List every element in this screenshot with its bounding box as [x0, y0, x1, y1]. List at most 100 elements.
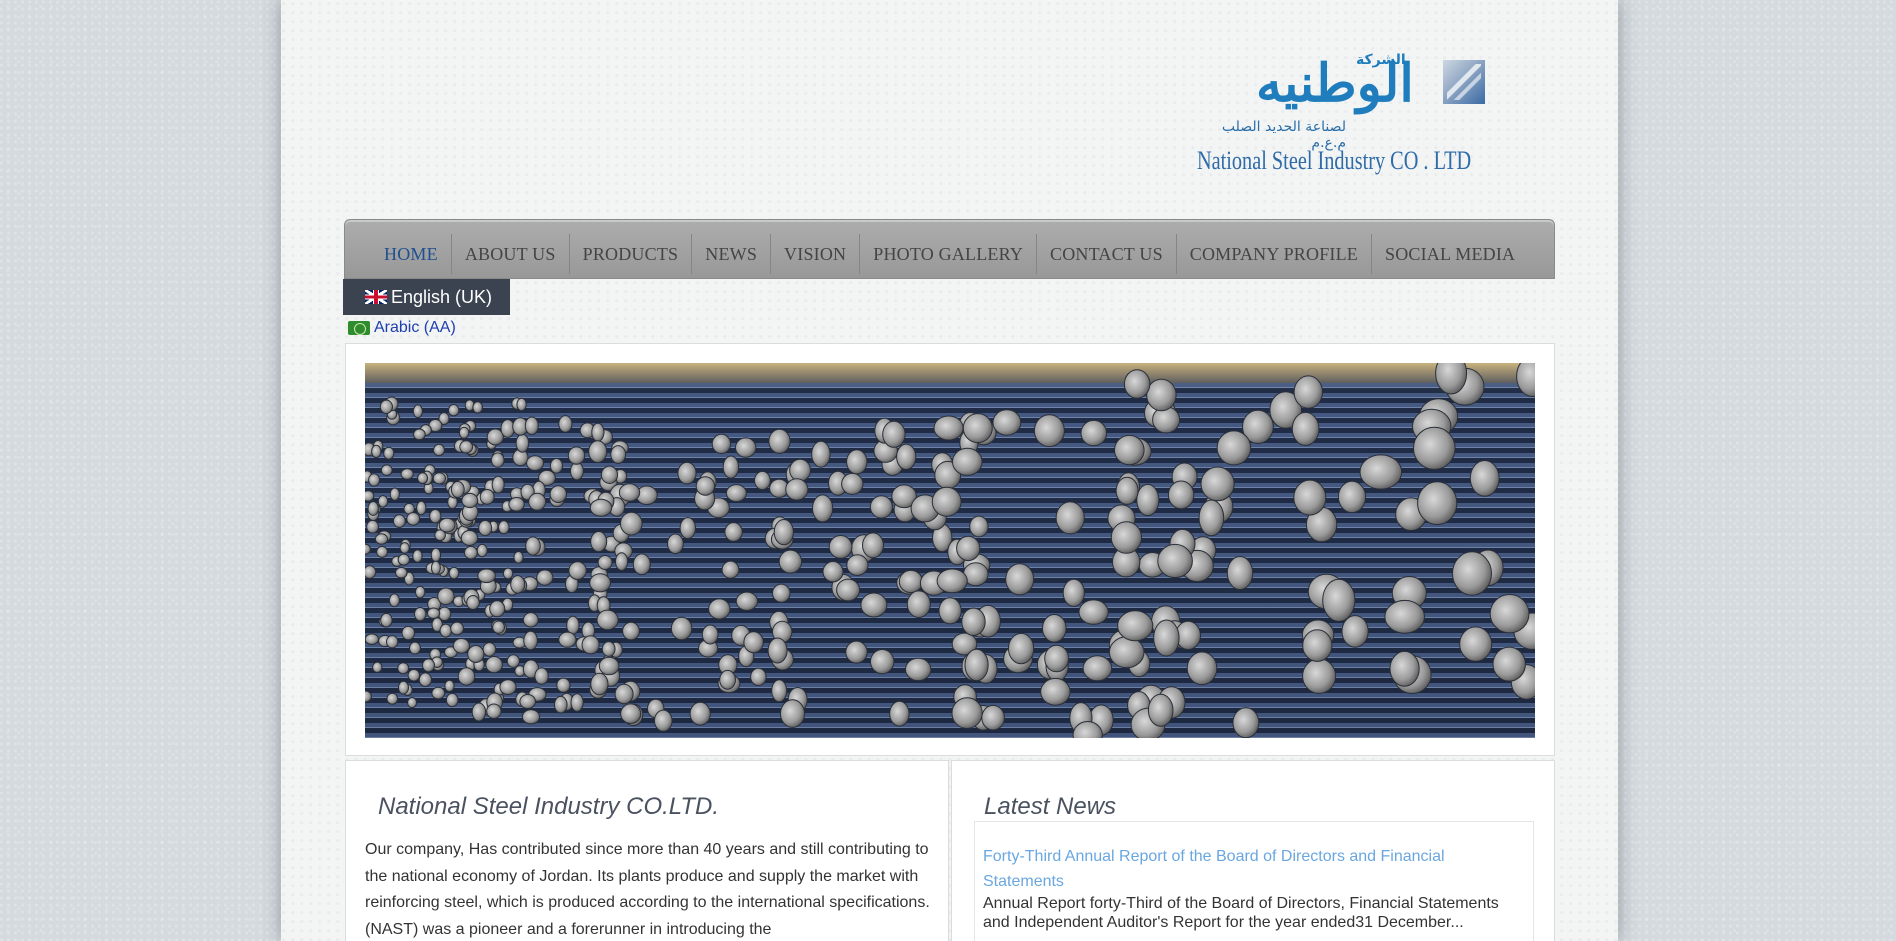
rebar-end [1302, 629, 1333, 662]
rebar-end [1080, 419, 1108, 447]
rebar-end [722, 455, 740, 479]
rebar-end [882, 420, 906, 448]
rebar-end [502, 567, 514, 580]
rebar-end [485, 656, 503, 674]
rebar-end [846, 554, 869, 576]
rebar-end [1226, 556, 1254, 590]
rebar-end [379, 399, 393, 414]
rebar-end [1123, 369, 1151, 399]
rebar-end [767, 637, 788, 664]
rebar-end [743, 631, 764, 654]
rebar-end [525, 536, 541, 556]
language-arabic-label: Arabic (AA) [374, 319, 456, 336]
rebar-end [1384, 599, 1425, 634]
nav-item-home[interactable]: HOME [371, 234, 452, 274]
rebar-end [677, 461, 697, 485]
rebar-end [407, 697, 418, 709]
rebar-end [622, 621, 640, 641]
rebar-end [905, 657, 932, 682]
rebar-end [383, 446, 395, 460]
rebar-end [811, 440, 831, 468]
rebar-end [620, 703, 642, 725]
language-english-active[interactable]: English (UK) [343, 279, 510, 315]
rebar-end [951, 697, 983, 729]
rebar-end [491, 475, 505, 494]
rebar-end [962, 413, 993, 444]
rebar-end [498, 520, 510, 535]
rebar-end [822, 561, 844, 583]
rebar-end [654, 709, 673, 732]
rebar-end [380, 464, 393, 476]
rebar-end [397, 553, 410, 566]
nav-item-news[interactable]: NEWS [692, 234, 772, 274]
rebar-end [398, 680, 409, 695]
rebar-end [523, 630, 538, 651]
rebar-end [536, 569, 554, 586]
rebar-end [670, 616, 693, 641]
rebar-end [515, 433, 530, 453]
language-arabic-link[interactable]: Arabic (AA) [348, 319, 456, 337]
nav-item-about-us[interactable]: ABOUT US [452, 234, 570, 274]
rebar-end [780, 699, 805, 728]
rebar-end [689, 701, 711, 726]
news-item-title-link[interactable]: Forty-Third Annual Report of the Board o… [983, 844, 1525, 894]
rebar-end [430, 560, 441, 575]
company-logo[interactable]: الشركة الوطنيه لصناعة الحديد الصلب م.ع.م… [1196, 52, 1486, 182]
rebar-end [365, 565, 377, 579]
rebar-end [708, 598, 731, 620]
rebar-end [395, 566, 408, 579]
rebar-end [406, 512, 421, 526]
rebar-end [598, 656, 620, 676]
rebar-end [1291, 411, 1320, 446]
rebar-end [898, 569, 924, 594]
rebar-end [386, 635, 399, 649]
rebar-end [1198, 499, 1225, 537]
rebar-end [418, 672, 433, 688]
rebar-end [591, 422, 605, 442]
nav-item-photo-gallery[interactable]: PHOTO GALLERY [860, 234, 1038, 274]
rebar-end [430, 547, 442, 563]
rebar-end [933, 415, 964, 441]
nav-item-products[interactable]: PRODUCTS [570, 234, 693, 274]
rebar-end [961, 607, 986, 636]
rebar-end [1147, 693, 1174, 727]
rebar-end [750, 667, 767, 686]
rebar-end [1459, 626, 1493, 662]
nav-item-company-profile[interactable]: COMPANY PROFILE [1177, 234, 1372, 274]
rebar-end [1341, 615, 1369, 648]
rebar-end [1146, 378, 1177, 412]
about-panel: National Steel Industry CO.LTD. Our comp… [345, 760, 949, 941]
rebar-end [377, 495, 389, 508]
rebar-end [376, 545, 389, 558]
rebar-end [1413, 426, 1456, 470]
rebar-end [458, 426, 470, 439]
rebar-end [931, 486, 962, 517]
rebar-end [412, 404, 424, 419]
rebar-end [482, 642, 497, 657]
rebar-end [1216, 430, 1252, 466]
rebar-end [952, 447, 983, 476]
rebar-end [460, 530, 479, 546]
rebar-end [695, 476, 716, 496]
rebar-end [445, 692, 459, 708]
rebar-end [1033, 414, 1065, 448]
uk-flag-icon [365, 290, 387, 304]
rebar-end [754, 470, 771, 491]
nav-item-social-media[interactable]: SOCIAL MEDIA [1372, 234, 1528, 274]
arabic-flag-icon [348, 321, 370, 335]
rebar-end [438, 517, 456, 533]
rebar-end [1078, 599, 1109, 625]
nav-item-contact-us[interactable]: CONTACT US [1037, 234, 1177, 274]
rebar-end [590, 531, 608, 553]
rebar-end [567, 446, 586, 465]
rebar-end [1200, 466, 1235, 502]
rebar-end [1492, 646, 1526, 682]
rebar-end [614, 683, 634, 705]
rebar-end [570, 693, 584, 712]
rebar-end [472, 401, 483, 414]
rebar-end [588, 440, 608, 463]
rebar-end [417, 472, 429, 485]
banner-image-steel-rebars [365, 363, 1535, 738]
rebar-end [528, 492, 547, 511]
nav-item-vision[interactable]: VISION [771, 234, 861, 274]
